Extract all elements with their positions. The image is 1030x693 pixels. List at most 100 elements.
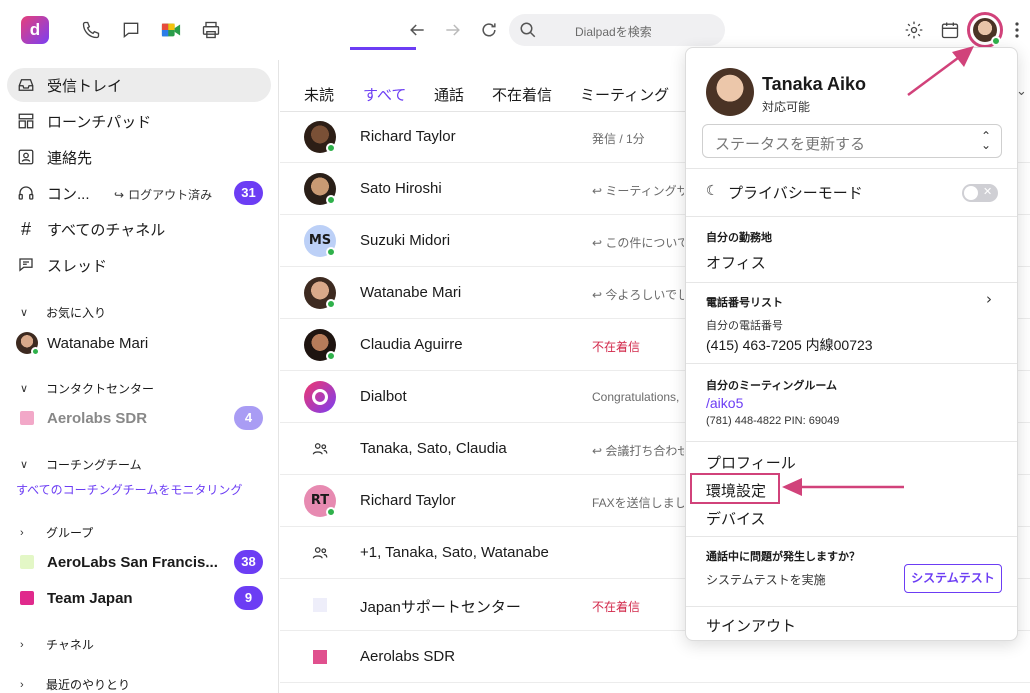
section-contact-center[interactable]: ∨ コンタクトセンター — [20, 380, 154, 397]
status-placeholder: ステータスを更新する — [715, 136, 866, 153]
sidebar-item-label: 受信トレイ — [47, 77, 123, 95]
user-name: Tanaka Aiko — [762, 74, 867, 94]
contact-center-name: Aerolabs SDR — [47, 409, 148, 427]
section-channels[interactable]: › チャネル — [20, 636, 94, 653]
contact-center-item[interactable]: Aerolabs SDR 4 — [7, 401, 271, 435]
contact-name: Suzuki Midori — [360, 232, 451, 249]
channel-color-square — [20, 411, 34, 425]
forward-arrow-icon[interactable] — [442, 19, 464, 41]
calendar-icon[interactable] — [939, 19, 961, 41]
inbox-tabs: 未読 すべて 通話 不在着信 ミーティング — [280, 60, 690, 112]
settings-gear-icon[interactable] — [903, 19, 925, 41]
chevron-down-icon: ∨ — [20, 459, 29, 471]
user-status: 対応可能 — [762, 100, 811, 114]
chat-icon[interactable] — [120, 19, 142, 41]
group-name: Team Japan — [47, 589, 133, 607]
contact-name: Richard Taylor — [360, 492, 456, 509]
tab-meetings[interactable]: ミーティング — [580, 84, 669, 105]
headset-icon — [17, 184, 35, 202]
printer-icon[interactable] — [200, 19, 222, 41]
section-recent[interactable]: › 最近のやりとり — [20, 676, 130, 693]
thread-icon — [17, 256, 35, 274]
search-bar[interactable]: Dialpadを検索 — [509, 14, 725, 46]
system-test-button[interactable]: システムテスト — [904, 564, 1002, 593]
app-window: d Dialpadを検索 受信トレイ ローンチパッド 連絡先 コン... ↪ ロ… — [0, 0, 1030, 693]
online-status-dot — [326, 351, 336, 361]
phone-list-title[interactable]: 電話番号リスト — [706, 294, 783, 310]
online-status-dot — [326, 195, 336, 205]
bot-icon — [312, 389, 328, 405]
contact-name: Sato Hiroshi — [360, 180, 442, 197]
group-item-team-japan[interactable]: Team Japan 9 — [7, 581, 271, 615]
chevron-right-icon: › — [20, 638, 24, 651]
chevron-right-icon[interactable]: › — [986, 290, 992, 308]
chevron-down-icon: ∨ — [20, 383, 29, 395]
group-name: AeroLabs San Francis... — [47, 553, 218, 571]
divider — [686, 363, 1017, 364]
contact-name: Watanabe Mari — [360, 284, 462, 301]
divider — [686, 536, 1017, 537]
more-vertical-icon[interactable] — [1010, 19, 1024, 41]
meeting-room-link[interactable]: /aiko5 — [706, 395, 743, 411]
section-groups[interactable]: › グループ — [20, 524, 93, 541]
sidebar-item-threads[interactable]: スレッド — [7, 248, 271, 282]
moon-icon: ☾ — [706, 183, 719, 199]
work-location-value[interactable]: オフィス — [706, 252, 766, 273]
divider — [686, 282, 1017, 283]
sidebar-item-label: すべてのチャネル — [47, 221, 166, 239]
online-status-dot — [326, 507, 336, 517]
section-coaching[interactable]: ∨ コーチングチーム — [20, 456, 142, 473]
section-title: チャネル — [46, 638, 94, 652]
search-icon — [519, 21, 537, 43]
message-preview: ↩ ミーティングサ — [592, 184, 684, 198]
divider — [686, 216, 1017, 217]
tab-missed[interactable]: 不在着信 — [492, 84, 552, 105]
monitor-coaching-link[interactable]: すべてのコーチングチームをモニタリング — [16, 481, 242, 498]
favorite-item[interactable]: Watanabe Mari — [7, 326, 271, 360]
meeting-dial-info: (781) 448-4822 PIN: 69049 — [706, 415, 840, 427]
sidebar-item-all-channels[interactable]: # すべてのチャネル — [7, 212, 271, 246]
group-icon — [304, 433, 336, 465]
tab-all[interactable]: すべて — [363, 84, 406, 105]
message-preview: 不在着信 — [592, 340, 641, 354]
avatar — [706, 68, 754, 116]
group-color-square — [20, 555, 34, 569]
section-favorites[interactable]: ∨ お気に入り — [20, 304, 106, 321]
online-status-dot — [991, 36, 1001, 46]
online-status-dot — [326, 247, 336, 257]
status-update-field[interactable]: ステータスを更新する ⌃ ⌄ — [702, 124, 1002, 158]
menu-item-profile[interactable]: プロフィール — [706, 452, 796, 473]
close-icon: ✕ — [983, 185, 993, 198]
unread-badge: 38 — [234, 550, 263, 574]
problem-title: 通話中に問題が発生しますか？ — [706, 551, 860, 563]
user-avatar-button[interactable] — [967, 12, 1003, 48]
dialbot-avatar — [304, 381, 336, 413]
sidebar-item-contact-center[interactable]: コン... ↪ ログアウト済み 31 — [7, 176, 271, 210]
message-preview: 発信 / 1分 — [592, 132, 645, 146]
message-preview: ↩ この件について — [592, 236, 684, 250]
tab-calls[interactable]: 通話 — [434, 84, 464, 105]
sidebar-item-inbox[interactable]: 受信トレイ — [7, 68, 271, 102]
meet-video-icon[interactable] — [160, 19, 182, 41]
back-arrow-icon[interactable] — [406, 19, 428, 41]
message-preview: FAXを送信しまし — [592, 496, 684, 510]
menu-item-sign-out[interactable]: サインアウト — [706, 615, 796, 636]
launchpad-icon — [17, 112, 35, 130]
dialpad-logo[interactable]: d — [21, 16, 49, 44]
message-preview: ↩ 今よろしいでし — [592, 288, 684, 302]
chevron-updown-icon: ⌃ ⌄ — [980, 129, 991, 152]
sidebar-item-launchpad[interactable]: ローンチパッド — [7, 104, 271, 138]
contact-name: Dialbot — [360, 388, 407, 405]
toggle-knob — [964, 186, 978, 200]
contacts-icon — [17, 148, 35, 166]
user-profile-menu: Tanaka Aiko 対応可能 ステータスを更新する ⌃ ⌄ ☾ プライバシーモ… — [685, 47, 1018, 641]
refresh-icon[interactable] — [478, 19, 500, 41]
group-item-aerolabs[interactable]: AeroLabs San Francis... 38 — [7, 545, 271, 579]
chevron-down-icon: ∨ — [20, 307, 29, 319]
tab-unread[interactable]: 未読 — [304, 84, 334, 105]
phone-icon[interactable] — [80, 19, 102, 41]
menu-item-devices[interactable]: デバイス — [706, 508, 766, 529]
unread-badge: 9 — [234, 586, 263, 610]
privacy-mode-toggle[interactable]: ✕ — [962, 184, 998, 202]
sidebar-item-contacts[interactable]: 連絡先 — [7, 140, 271, 174]
